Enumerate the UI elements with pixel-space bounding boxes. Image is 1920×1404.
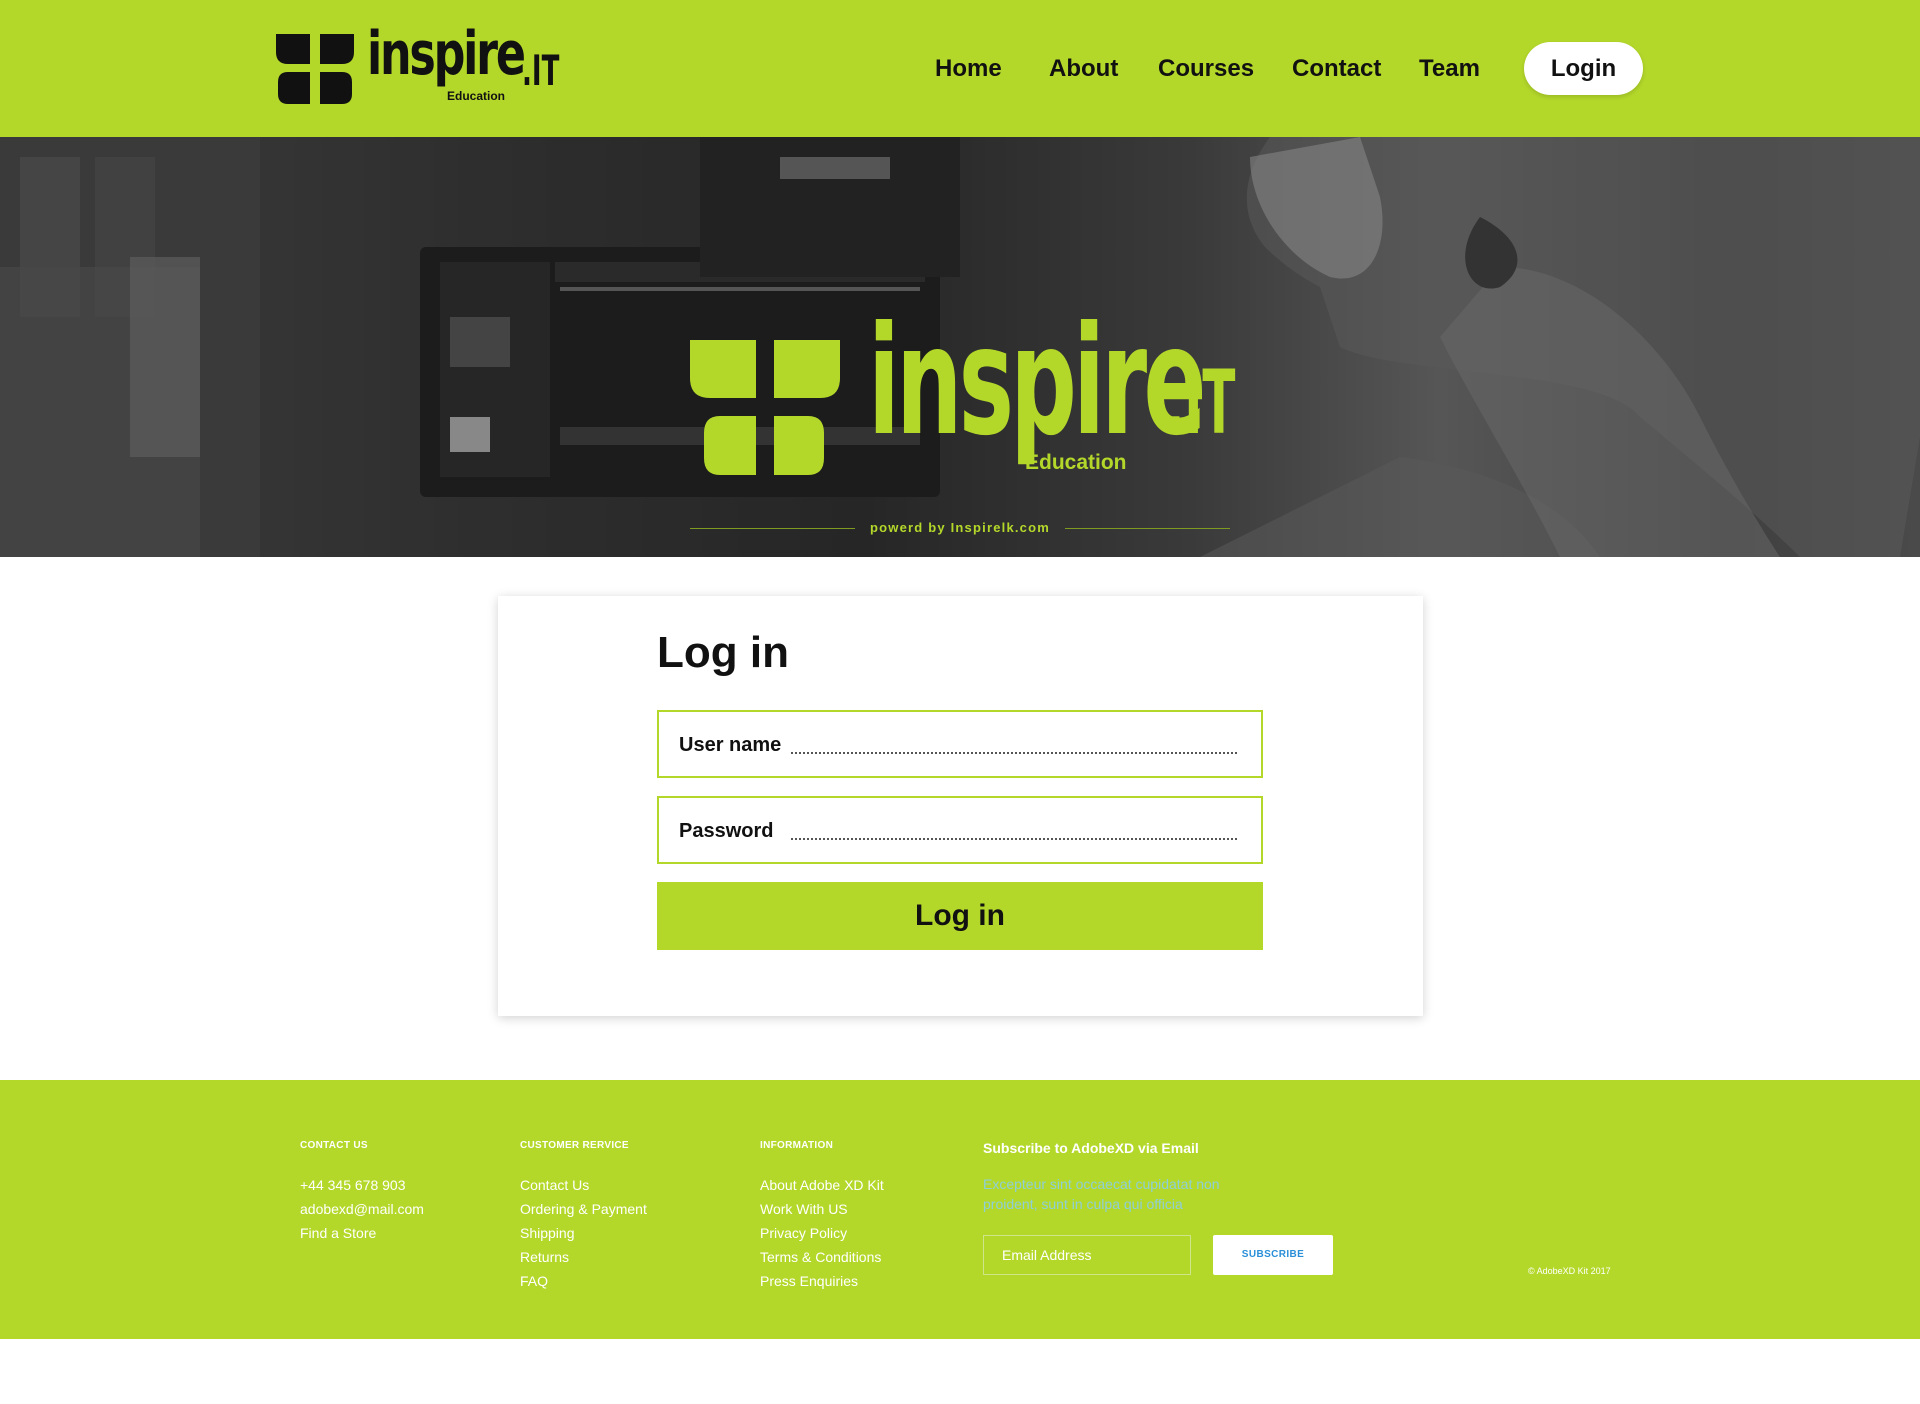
login-submit-button[interactable]: Log in (657, 882, 1263, 950)
password-input-line[interactable] (791, 838, 1237, 840)
username-label: User name (679, 734, 782, 756)
hero-logo: inspire .IT Education (690, 307, 1235, 487)
password-field[interactable]: Password (657, 796, 1263, 864)
hero-subtitle: Education (1025, 451, 1127, 474)
header-login-button[interactable]: Login (1524, 42, 1643, 95)
username-field[interactable]: User name (657, 710, 1263, 778)
four-petal-logo-icon (690, 340, 840, 475)
hero-tld: .IT (1166, 351, 1236, 454)
footer-phone-link[interactable]: +44 345 678 903 (300, 1173, 424, 1197)
footer-terms-link[interactable]: Terms & Conditions (760, 1245, 884, 1269)
divider (1065, 528, 1230, 529)
footer-contact-column: CONTACT US +44 345 678 903 adobexd@mail.… (300, 1140, 424, 1245)
password-label: Password (679, 820, 774, 842)
footer-contact-heading: CONTACT US (300, 1140, 368, 1151)
footer-information-column: INFORMATION About Adobe XD Kit Work With… (760, 1140, 884, 1293)
nav-courses[interactable]: Courses (1158, 52, 1254, 86)
nav-contact[interactable]: Contact (1292, 52, 1381, 86)
logo-tld: .IT (522, 46, 560, 95)
footer-service-column: CUSTOMER RERVICE Contact Us Ordering & P… (520, 1140, 647, 1293)
footer: CONTACT US +44 345 678 903 adobexd@mail.… (0, 1080, 1920, 1339)
footer-email-link[interactable]: adobexd@mail.com (300, 1197, 424, 1221)
footer-information-heading: INFORMATION (760, 1140, 834, 1151)
footer-work-with-us-link[interactable]: Work With US (760, 1197, 884, 1221)
footer-shipping-link[interactable]: Shipping (520, 1221, 647, 1245)
divider (690, 528, 855, 529)
hero-wordmark: inspire (868, 295, 1207, 469)
login-title: Log in (657, 628, 789, 677)
footer-find-store-link[interactable]: Find a Store (300, 1221, 424, 1245)
subscribe-description: Excepteur sint occaecat cupidatat non pr… (983, 1176, 1220, 1212)
hero-banner: inspire .IT Education powerd by Inspirel… (0, 137, 1920, 557)
nav-home[interactable]: Home (935, 52, 1002, 86)
copyright-text: © AdobeXD Kit 2017 (1528, 1266, 1611, 1276)
username-input-line[interactable] (791, 752, 1237, 754)
footer-contact-us-link[interactable]: Contact Us (520, 1173, 647, 1197)
footer-about-kit-link[interactable]: About Adobe XD Kit (760, 1173, 884, 1197)
footer-service-heading: CUSTOMER RERVICE (520, 1140, 629, 1151)
logo-subtitle: Education (447, 89, 506, 103)
login-card: Log in User name Password Log in (498, 596, 1423, 1016)
top-navigation-bar: inspire .IT Education Home About Courses… (0, 0, 1920, 137)
subscribe-email-input[interactable] (983, 1235, 1191, 1275)
footer-privacy-link[interactable]: Privacy Policy (760, 1221, 884, 1245)
footer-returns-link[interactable]: Returns (520, 1245, 647, 1269)
subscribe-button[interactable]: SUBSCRIBE (1213, 1235, 1333, 1275)
footer-faq-link[interactable]: FAQ (520, 1269, 647, 1293)
site-logo[interactable]: inspire .IT Education (276, 24, 566, 106)
powered-by-text: powerd by Inspirelk.com (869, 520, 1051, 535)
logo-wordmark: inspire (367, 19, 526, 89)
subscribe-title: Subscribe to AdobeXD via Email (983, 1140, 1199, 1156)
four-petal-logo-icon (276, 34, 354, 104)
nav-about[interactable]: About (1049, 52, 1118, 86)
powered-by-line: powerd by Inspirelk.com (690, 520, 1230, 536)
footer-ordering-link[interactable]: Ordering & Payment (520, 1197, 647, 1221)
nav-team[interactable]: Team (1419, 52, 1480, 86)
footer-press-link[interactable]: Press Enquiries (760, 1269, 884, 1293)
